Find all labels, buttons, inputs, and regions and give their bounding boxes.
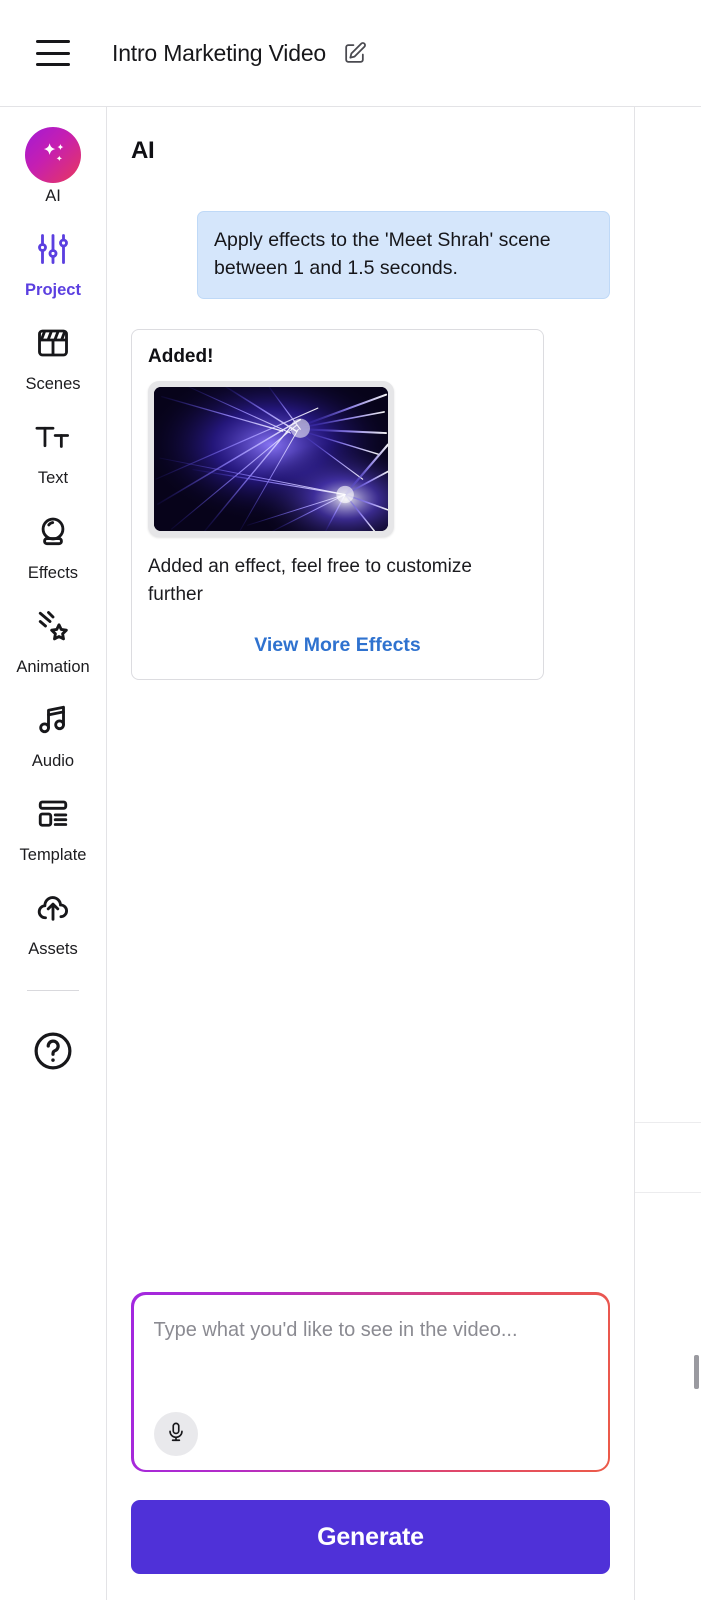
composer: Generate: [107, 1292, 634, 1600]
shooting-star-icon: [35, 600, 71, 652]
generate-button[interactable]: Generate: [131, 1500, 610, 1574]
music-note-icon: [35, 694, 71, 746]
prompt-input[interactable]: [153, 1316, 588, 1412]
clapperboard-icon: [35, 317, 71, 369]
sidebar-item-template[interactable]: Template: [0, 788, 106, 864]
microphone-icon: [165, 1421, 187, 1446]
app-root: Intro Marketing Video AI Project Scenes …: [0, 0, 701, 1600]
result-heading: Added!: [148, 346, 214, 368]
sidebar-item-label: Audio: [31, 751, 75, 770]
sidebar-divider: [27, 990, 79, 992]
microphone-button[interactable]: [153, 1411, 198, 1456]
ai-sparkle-icon: [25, 127, 81, 183]
text-tt-icon: [34, 411, 72, 463]
composer-bottom-spacer: [131, 1574, 610, 1600]
page-title: Intro Marketing Video: [112, 39, 326, 66]
body-row: AI Project Scenes Text Effects Animation…: [0, 107, 701, 1600]
help-circle-icon: [31, 1025, 75, 1077]
right-stage-panel: [635, 107, 701, 1600]
stage-divider-top: [635, 1122, 701, 1123]
sidebar-item-assets[interactable]: Assets: [0, 882, 106, 958]
prompt-gradient-border: [131, 1292, 610, 1472]
cloud-upload-icon: [35, 882, 71, 934]
crystal-ball-icon: [35, 506, 71, 558]
stage-divider-bottom: [635, 1192, 701, 1193]
sidebar-item-label: AI: [45, 187, 61, 205]
message-list: Apply effects to the 'Meet Shrah' scene …: [107, 165, 634, 1292]
layout-template-icon: [35, 788, 71, 840]
view-more-effects-link[interactable]: View More Effects: [148, 634, 527, 657]
effect-result-card: Added! Added an effect, feel free to cus…: [131, 329, 544, 681]
sidebar-item-animation[interactable]: Animation: [0, 600, 106, 676]
laser-beams-effect-thumbnail: [154, 387, 388, 532]
user-message-bubble: Apply effects to the 'Meet Shrah' scene …: [197, 211, 610, 300]
effect-thumbnail-frame[interactable]: [148, 381, 394, 538]
sidebar-item-scenes[interactable]: Scenes: [0, 317, 106, 393]
sidebar-item-label: Text: [37, 469, 69, 488]
sidebar-item-ai[interactable]: AI: [0, 127, 106, 205]
hamburger-menu-icon[interactable]: [36, 40, 70, 66]
sidebar-item-effects[interactable]: Effects: [0, 506, 106, 582]
panel-title: AI: [131, 137, 155, 164]
sidebar-item-text[interactable]: Text: [0, 411, 106, 487]
timeline-clip-edge[interactable]: [694, 1355, 699, 1389]
sidebar-item-label: Scenes: [25, 375, 81, 394]
edit-pencil-icon[interactable]: [342, 41, 367, 66]
sliders-icon: [35, 223, 71, 275]
sidebar-item-audio[interactable]: Audio: [0, 694, 106, 770]
sidebar-item-label: Assets: [28, 940, 78, 959]
left-sidebar: AI Project Scenes Text Effects Animation…: [0, 107, 107, 1600]
sidebar-item-label: Project: [25, 281, 81, 300]
app-header: Intro Marketing Video: [0, 0, 701, 107]
sidebar-item-project[interactable]: Project: [0, 223, 106, 299]
sidebar-item-label: Animation: [16, 657, 90, 676]
sidebar-item-label: Template: [19, 845, 87, 864]
result-description: Added an effect, feel free to customize …: [148, 556, 472, 605]
sidebar-item-help[interactable]: [0, 1025, 106, 1077]
sidebar-item-label: Effects: [27, 563, 79, 582]
ai-chat-panel: AI Apply effects to the 'Meet Shrah' sce…: [107, 107, 635, 1600]
